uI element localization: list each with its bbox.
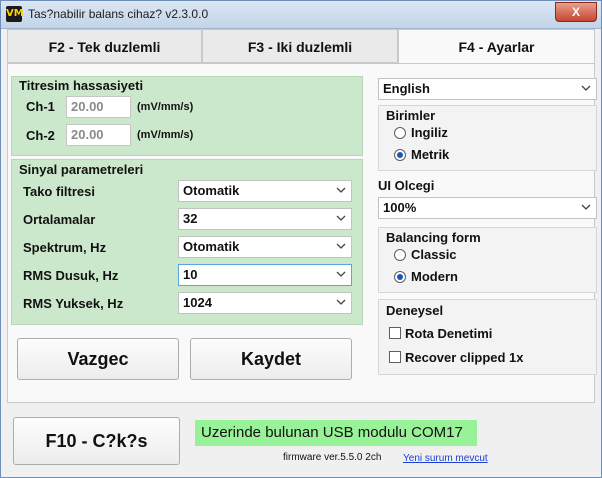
balancing-classic-radio[interactable] [394, 249, 406, 261]
route-check-label: Rota Denetimi [405, 326, 493, 341]
update-link[interactable]: Yeni surum mevcut [403, 453, 488, 464]
tab-two-plane[interactable]: F3 - Iki duzlemli [202, 29, 398, 63]
ui-scale-select[interactable]: 100% [378, 197, 597, 219]
balancing-form-title: Balancing form [386, 230, 481, 245]
close-button[interactable]: X [555, 2, 597, 22]
chevron-down-icon [335, 184, 347, 196]
rms-low-value: 10 [183, 267, 198, 282]
ui-scale-title: UI Olcegi [378, 178, 435, 193]
ch2-sensitivity-input[interactable]: 20.00 [66, 124, 131, 146]
language-select[interactable]: English [378, 78, 597, 100]
tacho-filter-select[interactable]: Otomatik [178, 180, 352, 202]
experimental-title: Deneysel [386, 303, 444, 318]
rms-low-label: RMS Dusuk, Hz [23, 268, 119, 283]
rms-low-select[interactable]: 10 [178, 264, 352, 286]
units-imperial-label: Ingiliz [411, 125, 448, 140]
spectrum-label: Spektrum, Hz [23, 240, 107, 255]
chevron-down-icon [335, 268, 347, 280]
averages-value: 32 [183, 211, 198, 226]
rms-high-label: RMS Yuksek, Hz [23, 296, 124, 311]
ch1-label: Ch-1 [26, 99, 55, 114]
tacho-filter-value: Otomatik [183, 183, 240, 198]
recover-clipped-checkbox[interactable] [389, 351, 401, 363]
title-bar: VM Tas?nabilir balans cihaz? v2.3.0.0 X [1, 1, 601, 29]
averages-select[interactable]: 32 [178, 208, 352, 230]
chevron-down-icon [580, 82, 592, 94]
usb-status-text: Uzerinde bulunan USB modulu COM17 [195, 420, 477, 446]
units-metric-radio[interactable] [394, 149, 406, 161]
language-value: English [383, 81, 430, 96]
recover-clipped-label: Recover clipped 1x [405, 350, 524, 365]
ch2-label: Ch-2 [26, 128, 55, 143]
signal-parameters-title: Sinyal parametreleri [19, 162, 144, 177]
chevron-down-icon [335, 296, 347, 308]
tab-bar: F2 - Tek duzlemli F3 - Iki duzlemli F4 -… [7, 29, 595, 65]
chevron-down-icon [580, 201, 592, 213]
vibration-sensitivity-title: Titresim hassasiyeti [19, 78, 144, 93]
route-check-checkbox[interactable] [389, 327, 401, 339]
balancing-classic-label: Classic [411, 247, 457, 262]
exit-button[interactable]: F10 - C?k?s [13, 417, 180, 465]
save-button[interactable]: Kaydet [190, 338, 352, 380]
app-window: VM Tas?nabilir balans cihaz? v2.3.0.0 X … [0, 0, 602, 478]
rms-high-select[interactable]: 1024 [178, 292, 352, 314]
balancing-modern-label: Modern [411, 269, 458, 284]
chevron-down-icon [335, 240, 347, 252]
firmware-version: firmware ver.5.5.0 2ch [283, 452, 382, 463]
ch2-unit: (mV/mm/s) [137, 129, 194, 141]
averages-label: Ortalamalar [23, 212, 96, 227]
window-title: Tas?nabilir balans cihaz? v2.3.0.0 [28, 7, 209, 21]
units-imperial-radio[interactable] [394, 127, 406, 139]
rms-high-value: 1024 [183, 295, 212, 310]
units-metric-label: Metrik [411, 147, 450, 162]
tab-single-plane[interactable]: F2 - Tek duzlemli [7, 29, 202, 63]
app-logo-icon: VM [6, 6, 24, 22]
chevron-down-icon [335, 212, 347, 224]
ch1-sensitivity-input[interactable]: 20.00 [66, 96, 131, 118]
tacho-filter-label: Tako filtresi [23, 184, 96, 199]
tab-settings[interactable]: F4 - Ayarlar [398, 29, 595, 63]
ch1-unit: (mV/mm/s) [137, 101, 194, 113]
spectrum-value: Otomatik [183, 239, 240, 254]
balancing-modern-radio[interactable] [394, 271, 406, 283]
cancel-button[interactable]: Vazgec [17, 338, 179, 380]
units-title: Birimler [386, 108, 436, 123]
spectrum-select[interactable]: Otomatik [178, 236, 352, 258]
ui-scale-value: 100% [383, 200, 417, 215]
